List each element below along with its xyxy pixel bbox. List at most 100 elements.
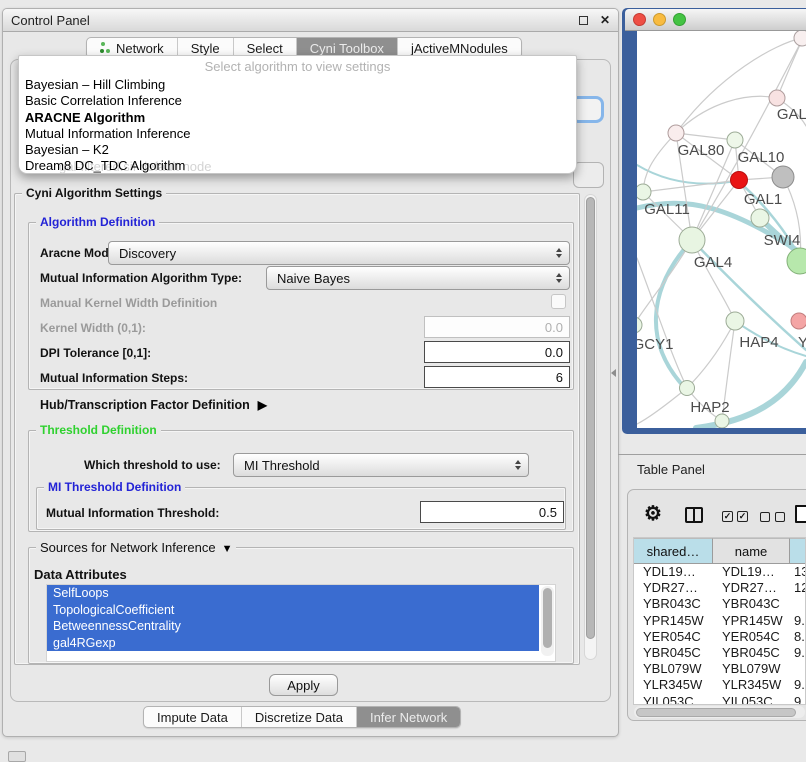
network-node-gal1[interactable] (731, 172, 748, 189)
network-graph: GAL7GAL80GAL10GAL1GAL11SWI4GAL4GCY1HAP4Y… (637, 31, 806, 428)
table-cell: 8. (790, 629, 806, 645)
settings-scrollbar-thumb[interactable] (586, 197, 595, 639)
table-cell: YBL079W (713, 661, 790, 677)
expand-arrow-icon[interactable]: ▶ (258, 398, 267, 412)
network-node-gal10[interactable] (727, 132, 743, 148)
tab-label: Select (247, 41, 283, 56)
sources-group-title[interactable]: Sources for Network Inference▼ (36, 540, 236, 555)
network-node-gal4[interactable] (679, 227, 705, 253)
aracne-mode-select[interactable]: Discovery (108, 241, 570, 265)
network-node-gal80[interactable] (668, 125, 684, 141)
network-edge (637, 388, 687, 424)
attributes-scrollbar[interactable] (541, 586, 554, 656)
table-cell: YBL079W (634, 661, 713, 677)
select-all-checkbox-icon[interactable]: ✓ (722, 511, 733, 522)
node-label-gal80: GAL80 (678, 142, 725, 159)
kernel-width-input[interactable]: 0.0 (424, 316, 570, 338)
table-row[interactable]: YLR345WYLR345W9. (634, 677, 805, 693)
table-cell: YDL19… (634, 564, 713, 580)
which-threshold-select[interactable]: MI Threshold (233, 453, 529, 477)
attributes-scrollbar-thumb[interactable] (543, 588, 552, 648)
algorithm-options: Bayesian – Hill ClimbingBasic Correlatio… (19, 77, 576, 174)
settings-scrollbar[interactable] (584, 194, 597, 660)
data-attribute-item-betweennesscentrality[interactable]: BetweennessCentrality (47, 618, 539, 635)
minimize-traffic-light-icon[interactable] (653, 13, 666, 26)
threshold-definition-title: Threshold Definition (36, 423, 161, 437)
collapse-arrow-icon[interactable]: ▼ (222, 543, 233, 555)
splitter-collapse-icon[interactable] (611, 369, 616, 377)
manual-kernel-width-checkbox[interactable] (551, 294, 566, 309)
table-row[interactable]: YDL19…YDL19…13 (634, 564, 805, 580)
network-node[interactable] (794, 31, 806, 46)
network-node-gcy1[interactable] (637, 317, 642, 333)
table-row[interactable]: YDR27…YDR27…12 (634, 580, 805, 596)
network-node-swi4[interactable] (751, 209, 769, 227)
network-node-hap2[interactable] (680, 381, 695, 396)
algorithm-option-mutual-information-inference[interactable]: Mutual Information Inference (19, 126, 576, 142)
table-settings-gear-icon[interactable]: ⚙ (644, 504, 662, 524)
dpi-tolerance-input[interactable]: 0.0 (424, 341, 570, 363)
node-table[interactable]: shared…name YDL19…YDL19…13YDR27…YDR27…12… (633, 537, 806, 705)
kernel-width-label: Kernel Width (0,1): (40, 321, 146, 335)
network-node-gal7[interactable] (769, 90, 785, 106)
column-header-col2[interactable] (790, 538, 806, 564)
network-node-y[interactable] (791, 313, 806, 329)
network-node[interactable] (715, 414, 729, 428)
table-row[interactable]: YER054CYER054C8. (634, 629, 805, 645)
table-horizontal-scrollbar[interactable] (634, 706, 805, 718)
network-node-hap4[interactable] (726, 312, 744, 330)
select-all-checkbox-icon[interactable]: ✓ (737, 511, 748, 522)
close-icon[interactable]: ✕ (600, 13, 610, 27)
table-cell: YER054C (634, 629, 713, 645)
tab-infer-network[interactable]: Infer Network (356, 707, 460, 727)
mi-algorithm-type-select[interactable]: Naive Bayes (266, 266, 570, 290)
apply-button[interactable]: Apply (269, 674, 338, 696)
data-attribute-item-topologicalcoefficient[interactable]: TopologicalCoefficient (47, 602, 539, 619)
close-traffic-light-icon[interactable] (633, 13, 646, 26)
deselect-all-checkbox-icon[interactable] (775, 512, 785, 522)
column-header-name[interactable]: name (713, 538, 790, 564)
zoom-traffic-light-icon[interactable] (673, 13, 686, 26)
control-panel-titlebar[interactable]: Control Panel ✕ (3, 9, 618, 32)
table-row[interactable]: YPR145WYPR145W9. (634, 613, 805, 629)
tab-discretize-data[interactable]: Discretize Data (241, 707, 356, 727)
network-window-titlebar[interactable] (625, 9, 806, 31)
algorithm-option-bayesian-k2[interactable]: Bayesian – K2 (19, 142, 576, 158)
node-label-gal1: GAL1 (744, 191, 782, 208)
float-window-icon[interactable] (579, 16, 588, 25)
data-attribute-item-selfloops[interactable]: SelfLoops (47, 585, 539, 602)
network-edge (637, 165, 736, 184)
tab-label: Cyni Toolbox (310, 41, 384, 56)
tab-impute-data[interactable]: Impute Data (144, 707, 241, 727)
column-layout-icon[interactable] (685, 507, 703, 523)
table-cell: YBR043C (634, 596, 713, 612)
algorithm-option-bayesian-hill-climbing[interactable]: Bayesian – Hill Climbing (19, 77, 576, 93)
export-table-icon[interactable] (795, 505, 806, 523)
mi-steps-input[interactable]: 6 (424, 366, 570, 388)
network-node[interactable] (787, 248, 806, 274)
table-cell: YLR345W (634, 677, 713, 693)
column-header-shared[interactable]: shared… (634, 538, 713, 564)
aracne-mode-value: Discovery (119, 246, 176, 261)
table-cell (790, 596, 806, 612)
tab-label: Impute Data (157, 710, 228, 725)
table-row[interactable]: YIL053CYIL053C9 (634, 694, 805, 706)
deselect-all-checkbox-icon[interactable] (760, 512, 770, 522)
network-canvas[interactable]: GAL7GAL80GAL10GAL1GAL11SWI4GAL4GCY1HAP4Y… (637, 31, 806, 428)
table-row[interactable]: YBL079WYBL079W (634, 661, 805, 677)
algorithm-option-aracne-algorithm[interactable]: ARACNE Algorithm (19, 110, 576, 126)
network-node-gal11[interactable] (637, 184, 651, 200)
network-node[interactable] (772, 166, 794, 188)
table-header-row: shared…name (634, 538, 805, 564)
data-attribute-item-gal4rgexp[interactable]: gal4RGexp (47, 635, 539, 652)
algorithm-option-basic-correlation-inference[interactable]: Basic Correlation Inference (19, 93, 576, 109)
algorithm-option-dream8-dc-tdc-algorithm[interactable]: Dream8 DC_TDC Algorithm (19, 158, 576, 174)
mi-threshold-input[interactable]: 0.5 (420, 501, 564, 523)
table-cell: YPR145W (634, 613, 713, 629)
table-row[interactable]: YBR045CYBR045C9. (634, 645, 805, 661)
table-row[interactable]: YBR043CYBR043C (634, 596, 805, 612)
hub-tf-definition-section[interactable]: Hub/Transcription Factor Definition▶ (40, 398, 267, 412)
screen: Control Panel ✕ NetworkStyleSelectCyni T… (0, 0, 806, 762)
data-attributes-list[interactable]: SelfLoopsTopologicalCoefficientBetweenne… (46, 584, 556, 662)
table-scrollbar-thumb[interactable] (636, 708, 796, 717)
